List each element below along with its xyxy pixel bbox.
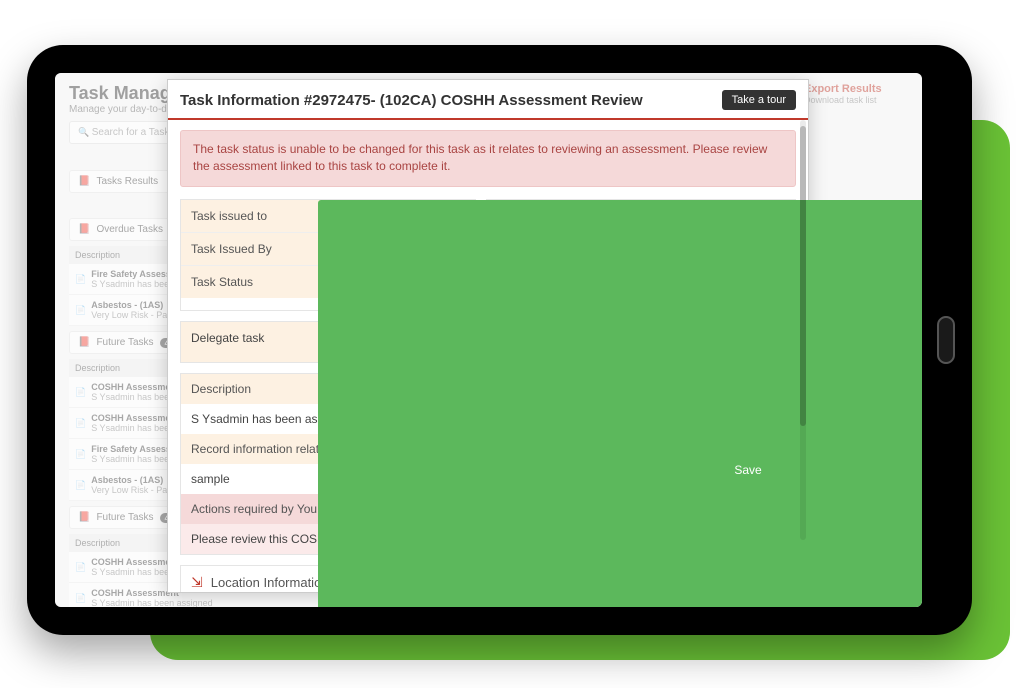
scrollbar[interactable] [800, 120, 806, 540]
pdf-icon: 📄 [75, 449, 86, 460]
screen: Task Manager Manage your day-to-day task… [55, 73, 922, 607]
tablet-home-button [937, 316, 955, 364]
link-icon: ⇲ [191, 574, 203, 591]
modal-title: Task Information #2972475- (102CA) COSHH… [180, 92, 722, 109]
pdf-icon: 📄 [75, 305, 86, 316]
pdf-icon: 📄 [75, 480, 86, 491]
take-tour-button-modal[interactable]: Take a tour [722, 90, 796, 110]
pdf-icon: 📄 [75, 387, 86, 398]
tablet-frame: Task Manager Manage your day-to-day task… [27, 45, 972, 635]
pdf-icon: 📄 [75, 593, 86, 604]
pdf-icon: 📄 [75, 418, 86, 429]
pdf-icon: 📄 [75, 562, 86, 573]
save-button[interactable]: Save [318, 200, 808, 592]
delegate-label: Delegate task [181, 322, 321, 362]
status-warning: The task status is unable to be changed … [180, 130, 796, 187]
pdf-icon: 📄 [75, 274, 86, 285]
task-information-modal: Task Information #2972475- (102CA) COSHH… [167, 79, 809, 593]
